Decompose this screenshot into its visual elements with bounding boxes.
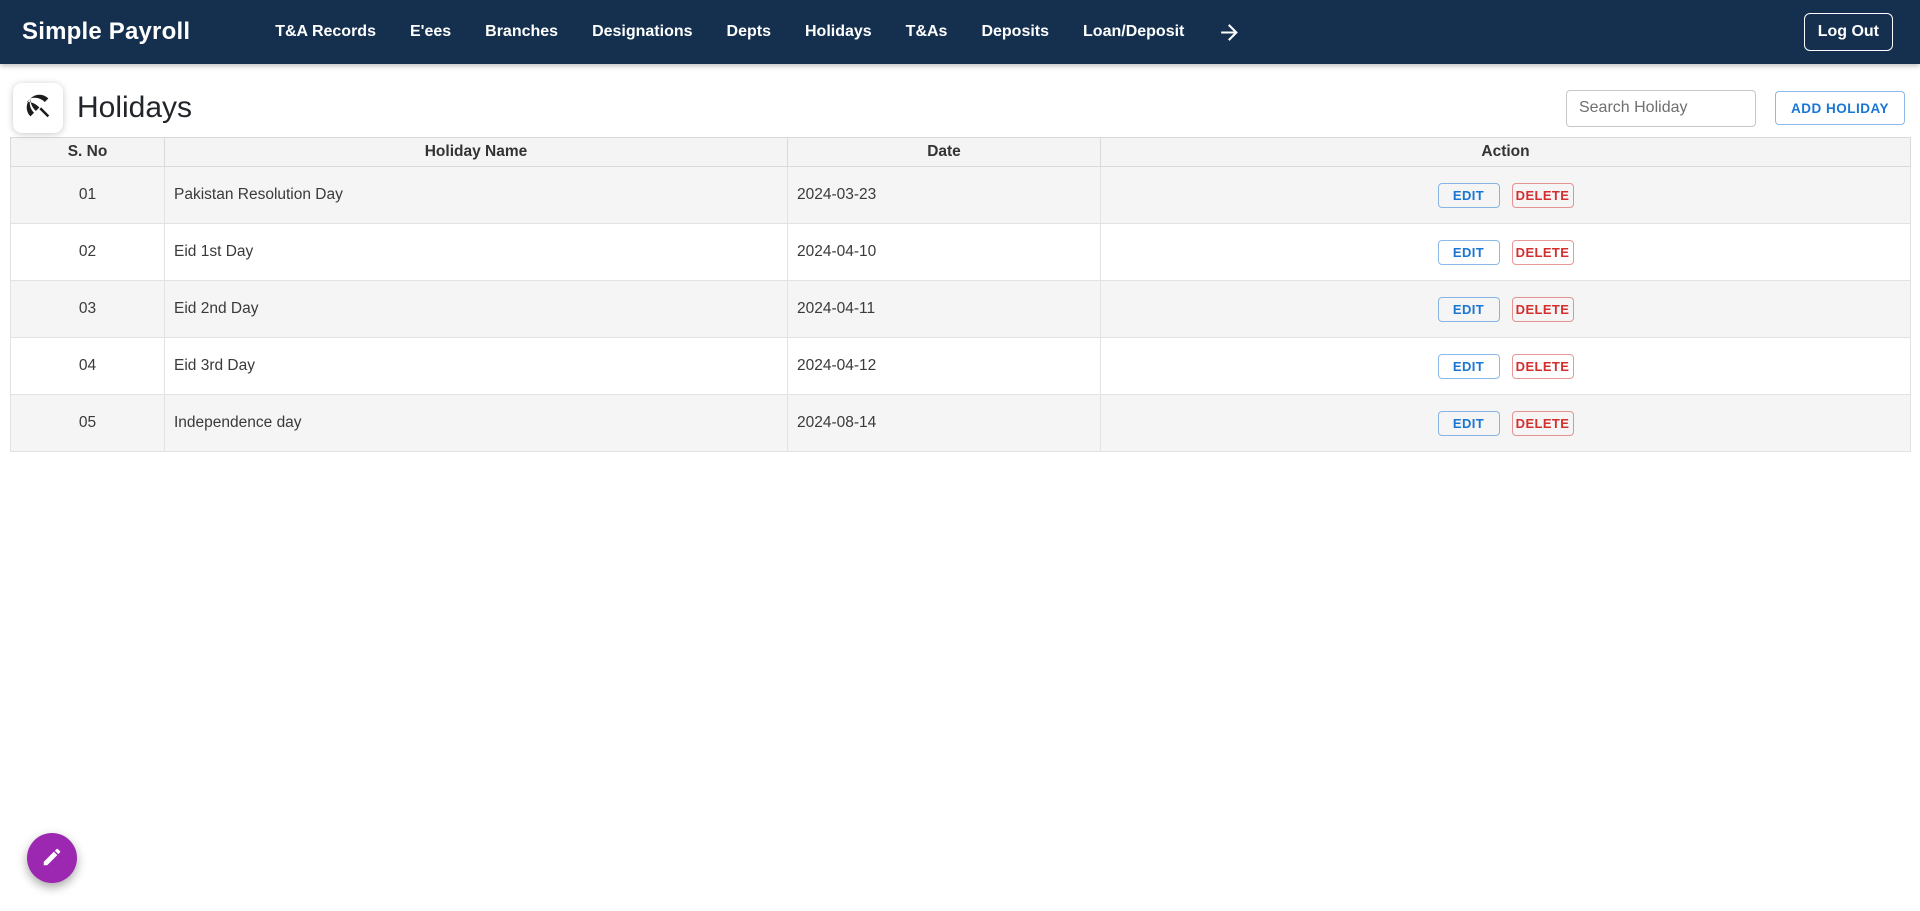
search-input[interactable] (1565, 89, 1756, 127)
cell-sno: 04 (10, 337, 165, 395)
edit-button[interactable]: EDIT (1437, 410, 1500, 436)
edit-fab-button[interactable] (27, 833, 77, 883)
holidays-table: S. No Holiday Name Date Action 01 Pakist… (10, 137, 1911, 452)
cell-date: 2024-04-11 (787, 280, 1101, 338)
nav-item-loan-deposit[interactable]: Loan/Deposit (1066, 23, 1201, 41)
top-navbar: Simple Payroll T&A Records E'ees Branche… (0, 0, 1920, 64)
app-brand: Simple Payroll (22, 18, 191, 45)
cell-date: 2024-08-14 (787, 394, 1101, 452)
column-header-date: Date (787, 137, 1101, 167)
nav-item-deposits[interactable]: Deposits (964, 23, 1066, 41)
column-header-action: Action (1100, 137, 1911, 167)
table-row: 01 Pakistan Resolution Day 2024-03-23 ED… (10, 166, 1911, 224)
cell-holiday-name: Eid 1st Day (164, 223, 788, 281)
cell-action: EDIT DELETE (1100, 223, 1911, 281)
nav-item-ta-records[interactable]: T&A Records (258, 23, 393, 41)
arrow-forward-icon[interactable] (1217, 20, 1242, 45)
edit-button[interactable]: EDIT (1437, 239, 1500, 265)
page-header: Holidays ADD HOLIDAY (0, 64, 1920, 137)
delete-button[interactable]: DELETE (1511, 410, 1574, 436)
page-icon-card (13, 83, 63, 133)
delete-button[interactable]: DELETE (1511, 353, 1574, 379)
delete-button[interactable]: DELETE (1511, 182, 1574, 208)
page-title: Holidays (77, 91, 193, 124)
table-row: 03 Eid 2nd Day 2024-04-11 EDIT DELETE (10, 280, 1911, 338)
column-header-sno: S. No (10, 137, 165, 167)
column-header-name: Holiday Name (164, 137, 788, 167)
cell-sno: 02 (10, 223, 165, 281)
cell-action: EDIT DELETE (1100, 337, 1911, 395)
table-row: 05 Independence day 2024-08-14 EDIT DELE… (10, 394, 1911, 452)
cell-date: 2024-04-10 (787, 223, 1101, 281)
add-holiday-button[interactable]: ADD HOLIDAY (1774, 91, 1905, 125)
cell-date: 2024-03-23 (787, 166, 1101, 224)
edit-button[interactable]: EDIT (1437, 296, 1500, 322)
cell-action: EDIT DELETE (1100, 166, 1911, 224)
cell-holiday-name: Pakistan Resolution Day (164, 166, 788, 224)
cell-action: EDIT DELETE (1100, 394, 1911, 452)
cell-holiday-name: Eid 3rd Day (164, 337, 788, 395)
header-actions: ADD HOLIDAY (1565, 89, 1905, 127)
logout-button[interactable]: Log Out (1803, 13, 1893, 51)
nav-item-designations[interactable]: Designations (575, 23, 709, 41)
table-row: 04 Eid 3rd Day 2024-04-12 EDIT DELETE (10, 337, 1911, 395)
delete-button[interactable]: DELETE (1511, 239, 1574, 265)
beach-umbrella-icon (23, 91, 53, 126)
cell-action: EDIT DELETE (1100, 280, 1911, 338)
table-row: 02 Eid 1st Day 2024-04-10 EDIT DELETE (10, 223, 1911, 281)
cell-sno: 03 (10, 280, 165, 338)
table-header-row: S. No Holiday Name Date Action (10, 137, 1911, 167)
nav-item-depts[interactable]: Depts (710, 23, 788, 41)
cell-sno: 05 (10, 394, 165, 452)
nav-item-tas[interactable]: T&As (889, 23, 965, 41)
nav-item-eees[interactable]: E'ees (393, 23, 468, 41)
cell-date: 2024-04-12 (787, 337, 1101, 395)
delete-button[interactable]: DELETE (1511, 296, 1574, 322)
nav-links: T&A Records E'ees Branches Designations … (258, 20, 1242, 45)
cell-sno: 01 (10, 166, 165, 224)
cell-holiday-name: Eid 2nd Day (164, 280, 788, 338)
nav-item-branches[interactable]: Branches (468, 23, 575, 41)
edit-button[interactable]: EDIT (1437, 353, 1500, 379)
nav-item-holidays[interactable]: Holidays (788, 23, 889, 41)
cell-holiday-name: Independence day (164, 394, 788, 452)
edit-button[interactable]: EDIT (1437, 182, 1500, 208)
pencil-icon (41, 846, 63, 871)
